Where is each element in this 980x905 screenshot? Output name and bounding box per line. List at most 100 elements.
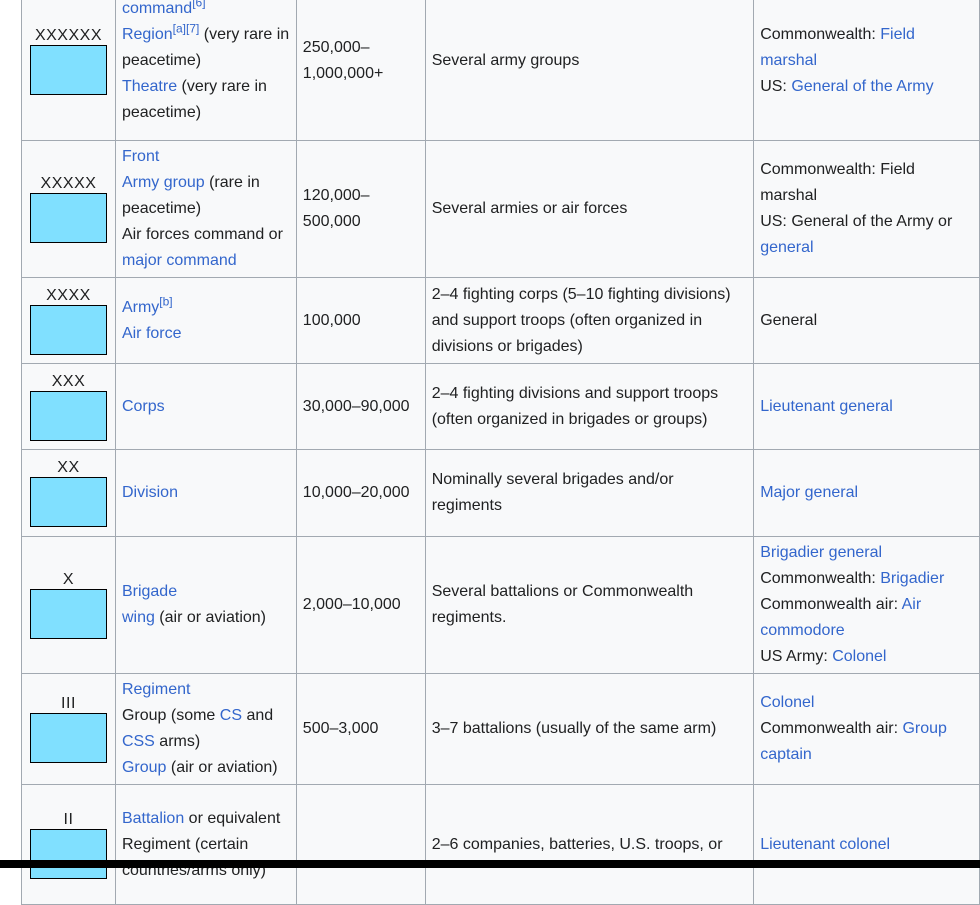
wiki-link[interactable]: Region bbox=[122, 26, 173, 43]
wiki-link[interactable]: wing bbox=[122, 609, 155, 626]
echelon-mark: XXX bbox=[51, 372, 86, 390]
echelon-mark: XXXX bbox=[46, 286, 91, 304]
strength-cell: 30,000–90,000 bbox=[295, 363, 426, 450]
wiki-link[interactable]: Army group bbox=[122, 174, 205, 191]
wiki-link[interactable]: Army bbox=[122, 299, 159, 316]
cell-text: (air or aviation) bbox=[166, 759, 278, 776]
wiki-link[interactable]: Air force bbox=[122, 325, 182, 342]
unit-symbol-box bbox=[29, 713, 107, 763]
commander-cell: Major general bbox=[753, 449, 980, 537]
unit-type-cell: Brigade wing (air or aviation) bbox=[114, 536, 297, 674]
wiki-link[interactable]: Battalion bbox=[122, 810, 184, 827]
wiki-link[interactable]: Group bbox=[122, 759, 166, 776]
unit-symbol-box bbox=[29, 390, 107, 441]
unit-type-cell: Corps bbox=[114, 363, 297, 450]
wiki-link[interactable]: General of the Army bbox=[791, 78, 933, 95]
composition-cell: Several battalions or Commonwealth regim… bbox=[424, 536, 755, 674]
footnote-link[interactable]: [6] bbox=[192, 0, 205, 9]
superscript: [7] bbox=[186, 21, 199, 35]
wiki-link[interactable]: command bbox=[122, 0, 192, 17]
cell-line: Colonel bbox=[760, 690, 973, 716]
symbol-cell: XXXX bbox=[21, 277, 116, 364]
footnote-link[interactable]: [a] bbox=[173, 21, 186, 35]
commander-cell: Lieutenant general bbox=[753, 363, 980, 450]
symbol-cell: XXX bbox=[21, 363, 116, 450]
cell-line: Brigade bbox=[122, 579, 290, 605]
cell-line: Air force bbox=[122, 321, 290, 347]
symbol-cell: XX bbox=[21, 449, 116, 537]
cell-text: Commonwealth air: bbox=[760, 720, 903, 737]
wiki-link[interactable]: Brigade bbox=[122, 583, 177, 600]
cell-text: Commonwealth: Field marshal bbox=[760, 161, 915, 204]
cell-line: Commonwealth air: Group captain bbox=[760, 716, 973, 768]
cell-line: US: General of the Army or general bbox=[760, 209, 973, 261]
cell-line: Regiment (certain countries/arms only) bbox=[122, 832, 290, 884]
table-row: XXXXX Front Army group (rare in peacetime… bbox=[21, 140, 980, 278]
wiki-link[interactable]: CS bbox=[220, 707, 242, 724]
wiki-link[interactable]: Theatre bbox=[122, 78, 177, 95]
unit-type-cell: Front Army group (rare in peacetime) Air f… bbox=[114, 140, 297, 278]
cell-text: US Army: bbox=[760, 648, 833, 665]
wiki-link[interactable]: Lieutenant general bbox=[760, 398, 893, 415]
cell-line: Commonwealth: Field marshal bbox=[760, 157, 973, 209]
cell-line: Army[b] bbox=[122, 295, 290, 321]
table-row: X Brigade wing (air or aviation) 2,000–10… bbox=[21, 536, 980, 674]
cell-text: Regiment (certain countries/arms only) bbox=[121, 835, 266, 879]
echelon-mark: III bbox=[61, 695, 76, 712]
cell-line: Group (some CS and CSS arms) bbox=[122, 703, 290, 755]
echelon-mark: XXXXXX bbox=[34, 26, 102, 44]
superscript: [a] bbox=[173, 21, 186, 35]
echelon-mark: XXXXX bbox=[40, 175, 97, 192]
unit-symbol-box bbox=[29, 193, 107, 243]
table-row: XXXX Army[b] Air force 100,000 2–4 fighti… bbox=[21, 277, 980, 364]
wiki-link[interactable]: Colonel bbox=[832, 648, 886, 665]
cell-text: Commonwealth: bbox=[760, 570, 881, 587]
cell-text: US: bbox=[760, 77, 792, 95]
cell-line: Region[a][7] (very rare in peacetime) bbox=[122, 22, 290, 74]
footnote-link[interactable]: [7] bbox=[186, 21, 199, 35]
wiki-link[interactable]: Front bbox=[122, 148, 159, 165]
strength-cell: 120,000–500,000 bbox=[295, 140, 426, 278]
cell-line: Battalion or equivalent bbox=[122, 806, 290, 832]
cell-line: Commonwealth: Brigadier bbox=[760, 566, 973, 592]
cell-line: Commonwealth: Field marshal bbox=[760, 22, 973, 74]
symbol-cell: II bbox=[21, 784, 116, 905]
wiki-link[interactable]: general bbox=[760, 239, 813, 256]
symbol-cell: XXXXXX bbox=[21, 0, 116, 141]
wiki-link[interactable]: CSS bbox=[122, 733, 155, 750]
strength-cell: 250,000–1,000,000+ bbox=[295, 0, 426, 141]
superscript: [6] bbox=[192, 0, 205, 9]
commander-cell: Commonwealth: Field marshal US: General o… bbox=[753, 0, 980, 141]
cell-text: Commonwealth: bbox=[760, 25, 881, 43]
composition-cell: Several armies or air forces bbox=[424, 140, 755, 278]
wiki-link[interactable]: Lieutenant colonel bbox=[760, 836, 890, 853]
footnote-link[interactable]: [b] bbox=[159, 294, 172, 308]
unit-symbol-box bbox=[29, 828, 107, 879]
wiki-link[interactable]: Colonel bbox=[760, 694, 814, 711]
superscript: [b] bbox=[159, 294, 172, 308]
echelon-mark: II bbox=[63, 810, 74, 828]
echelon-mark: X bbox=[62, 571, 75, 588]
unit-type-cell: Regiment Group (some CS and CSS arms) Grou… bbox=[114, 673, 297, 785]
composition-cell: Several army groups bbox=[424, 0, 755, 141]
wiki-link[interactable]: Division bbox=[122, 484, 178, 501]
commander-cell: Commonwealth: Field marshal US: General o… bbox=[753, 140, 980, 278]
wiki-link[interactable]: Regiment bbox=[122, 681, 190, 698]
commander-cell: Brigadier general Commonwealth: Brigadier… bbox=[753, 536, 980, 674]
cell-line: Corps bbox=[122, 394, 290, 420]
cell-text: US: General of the Army or bbox=[760, 213, 953, 230]
wiki-link[interactable]: Corps bbox=[122, 398, 165, 415]
table-body: XXXXXX command[6] Region[a][7] (very rare… bbox=[21, 0, 980, 905]
wiki-link[interactable]: Brigadier general bbox=[760, 544, 882, 561]
wiki-link[interactable]: Major general bbox=[760, 484, 858, 501]
wiki-link[interactable]: major command bbox=[122, 252, 237, 269]
cell-line: Lieutenant colonel bbox=[760, 832, 973, 858]
unit-symbol-box bbox=[29, 477, 107, 527]
cell-line: command[6] bbox=[122, 0, 290, 22]
wiki-link[interactable]: Brigadier bbox=[880, 570, 944, 587]
commander-cell: General bbox=[753, 277, 980, 364]
unit-symbol-box bbox=[29, 44, 107, 95]
cell-line: US Army: Colonel bbox=[760, 644, 973, 670]
unit-symbol-box bbox=[29, 589, 107, 639]
cell-line: Commonwealth air: Air commodore bbox=[760, 592, 973, 644]
